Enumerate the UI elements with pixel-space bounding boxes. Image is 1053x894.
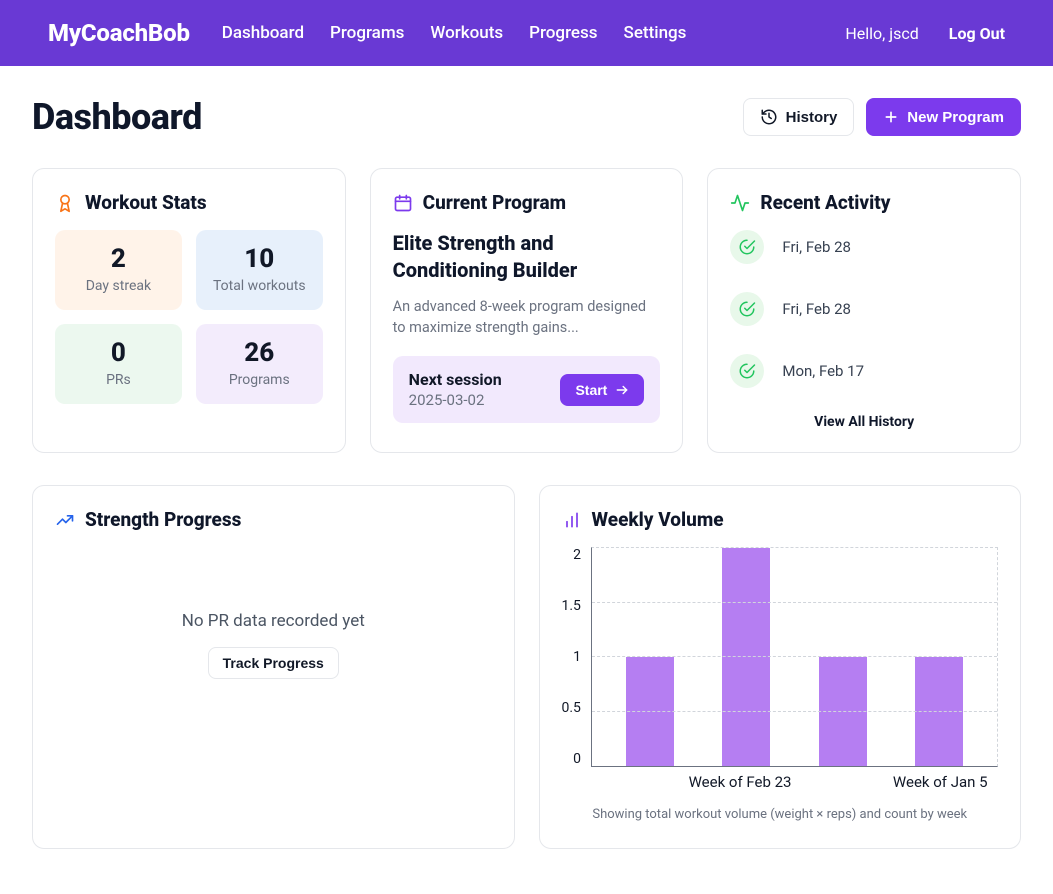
award-icon [55,193,75,213]
view-all-history-link[interactable]: View All History [730,414,998,430]
stat-value: 0 [55,338,182,368]
chart-x-tick [608,773,668,791]
workout-stats-card: Workout Stats 2 Day streak 10 Total work… [32,168,346,453]
greeting-text: Hello, jscd [845,24,918,43]
head-actions: History New Program [743,98,1021,136]
chart-plot [591,547,998,767]
stat-value: 2 [55,244,182,274]
main-nav: Dashboard Programs Workouts Progress Set… [222,23,687,43]
chart-bar [819,657,867,766]
track-progress-label: Track Progress [223,656,324,670]
chart: 2 1.5 1 0.5 0 [562,547,999,767]
check-circle-icon [730,354,764,388]
activity-item[interactable]: Fri, Feb 28 [730,292,998,326]
current-program-card: Current Program Elite Strength and Condi… [370,168,684,453]
activity-item[interactable]: Fri, Feb 28 [730,230,998,264]
brand-logo[interactable]: MyCoachBob [48,19,190,47]
activity-date: Fri, Feb 28 [782,300,851,318]
stat-tile-prs: 0 PRs [55,324,182,404]
history-icon [760,108,778,126]
chart-y-tick: 2 [573,547,581,563]
topbar-right: Hello, jscd Log Out [845,24,1005,43]
next-session-label: Next session [409,370,502,389]
check-circle-icon [730,292,764,326]
stat-label: Day streak [55,278,182,294]
workout-stats-title: Workout Stats [85,191,207,214]
chart-x-tick [812,773,872,791]
stat-grid: 2 Day streak 10 Total workouts 0 PRs 26 … [55,230,323,404]
nav-dashboard[interactable]: Dashboard [222,23,304,43]
stat-value: 26 [196,338,323,368]
weekly-volume-title: Weekly Volume [592,508,724,531]
strength-progress-card: Strength Progress No PR data recorded ye… [32,485,515,849]
arrow-right-icon [615,383,629,397]
new-program-button[interactable]: New Program [866,98,1021,136]
chart-y-axis: 2 1.5 1 0.5 0 [562,547,585,767]
nav-settings[interactable]: Settings [624,23,687,43]
stat-tile-streak: 2 Day streak [55,230,182,310]
new-program-button-label: New Program [907,110,1004,125]
activity-item[interactable]: Mon, Feb 17 [730,354,998,388]
bar-chart-icon [562,510,582,530]
chart-y-tick: 1 [573,649,581,665]
chart-y-tick: 0.5 [562,700,581,716]
logout-link[interactable]: Log Out [949,24,1005,43]
program-description: An advanced 8-week program designed to m… [393,296,661,338]
plus-icon [883,109,899,125]
activity-date: Fri, Feb 28 [782,238,851,256]
chart-bar [626,657,674,766]
page-title: Dashboard [32,96,202,138]
nav-workouts[interactable]: Workouts [430,23,503,43]
chart-y-tick: 0 [573,751,581,767]
nav-programs[interactable]: Programs [330,23,404,43]
chart-caption: Showing total workout volume (weight × r… [562,807,999,822]
recent-activity-title: Recent Activity [760,191,890,214]
calendar-icon [393,193,413,213]
weekly-volume-card: Weekly Volume 21.510.50 Week of Feb 23We… [539,485,1022,849]
next-session-box: Next session 2025-03-02 Start [393,356,661,423]
activity-icon [730,193,750,213]
track-progress-button[interactable]: Track Progress [208,647,339,679]
history-button-label: History [786,110,838,125]
topbar: MyCoachBob Dashboard Programs Workouts P… [0,0,1053,66]
stat-tile-total: 10 Total workouts [196,230,323,310]
program-name: Elite Strength and Conditioning Builder [393,230,661,284]
stat-label: Total workouts [196,278,323,294]
empty-state: No PR data recorded yet Track Progress [55,547,492,679]
page-body: Dashboard History New Program [0,66,1053,889]
next-session-date: 2025-03-02 [409,391,502,409]
strength-progress-title: Strength Progress [85,508,241,531]
chart-x-tick: Week of Feb 23 [689,773,792,791]
trending-up-icon [55,510,75,530]
chart-bar [722,548,770,766]
stat-value: 10 [196,244,323,274]
stat-tile-programs: 26 Programs [196,324,323,404]
current-program-title: Current Program [423,191,566,214]
lower-row: Strength Progress No PR data recorded ye… [32,485,1021,849]
chart-x-axis: Week of Feb 23 Week of Jan 5 [562,773,999,791]
empty-state-text: No PR data recorded yet [182,611,365,631]
start-session-button[interactable]: Start [560,374,644,406]
start-button-label: Start [575,383,607,397]
chart-x-tick: Week of Jan 5 [893,773,988,791]
chart-bar [915,657,963,766]
stat-label: Programs [196,372,323,388]
history-button[interactable]: History [743,98,855,136]
check-circle-icon [730,230,764,264]
chart-y-tick: 1.5 [562,598,581,614]
recent-activity-card: Recent Activity Fri, Feb 28 Fri, Feb 28 [707,168,1021,453]
page-head: Dashboard History New Program [32,96,1021,138]
activity-date: Mon, Feb 17 [782,362,864,380]
activity-list: Fri, Feb 28 Fri, Feb 28 Mon, Feb 17 [730,230,998,388]
cards-row: Workout Stats 2 Day streak 10 Total work… [32,168,1021,453]
stat-label: PRs [55,372,182,388]
nav-progress[interactable]: Progress [529,23,597,43]
chart-bars [592,548,997,766]
